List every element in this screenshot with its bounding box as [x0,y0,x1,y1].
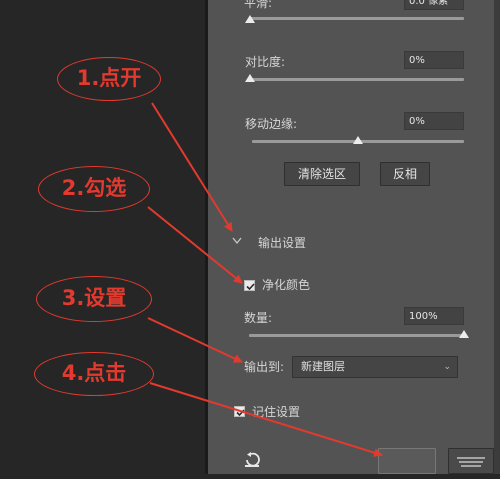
reset-icon[interactable] [243,452,261,468]
invert-button[interactable]: 反相 [380,162,430,186]
chevron-down-icon[interactable] [231,236,243,246]
ok-button[interactable] [378,448,436,474]
remember-settings-label: 记住设置 [252,405,301,419]
shift-edge-label: 移动边缘: [245,117,298,131]
smooth-slider-track[interactable] [249,17,464,20]
chevron-down-icon: ⌄ [443,362,451,372]
select-and-mask-panel [208,0,494,474]
decontaminate-colors-label: 净化颜色 [262,278,311,292]
shift-edge-slider-thumb[interactable] [353,136,363,144]
remember-settings-checkbox[interactable] [234,406,245,417]
contrast-slider-track[interactable] [249,78,464,81]
output-settings-label[interactable]: 输出设置 [258,234,306,251]
smooth-value-field[interactable]: 0.0 像素 [404,0,464,10]
output-to-select-value: 新建图层 [301,360,345,373]
output-to-select[interactable]: 新建图层 ⌄ [292,356,458,378]
amount-value-field[interactable]: 100% [404,307,464,325]
clear-selection-button[interactable]: 清除选区 [284,162,360,186]
amount-label: 数量: [244,311,273,325]
contrast-label: 对比度: [245,55,286,69]
contrast-value-field[interactable]: 0% [404,51,464,69]
smooth-label: 平滑: [244,0,273,10]
contrast-slider-thumb[interactable] [245,74,255,82]
cancel-button-icon [457,457,485,467]
callout-step1: 1.点开 [57,57,161,101]
amount-slider-thumb[interactable] [459,330,469,338]
smooth-slider-thumb[interactable] [245,15,255,23]
callout-step4: 4.点击 [34,352,154,396]
cancel-button[interactable] [448,448,494,474]
callout-step2: 2.勾选 [38,166,150,212]
amount-slider-track[interactable] [249,334,464,337]
output-to-label: 输出到: [244,360,285,374]
decontaminate-colors-checkbox[interactable] [244,280,255,291]
callout-step3: 3.设置 [36,276,152,322]
panel-scrollbar[interactable] [494,0,500,474]
shift-edge-value-field[interactable]: 0% [404,112,464,130]
